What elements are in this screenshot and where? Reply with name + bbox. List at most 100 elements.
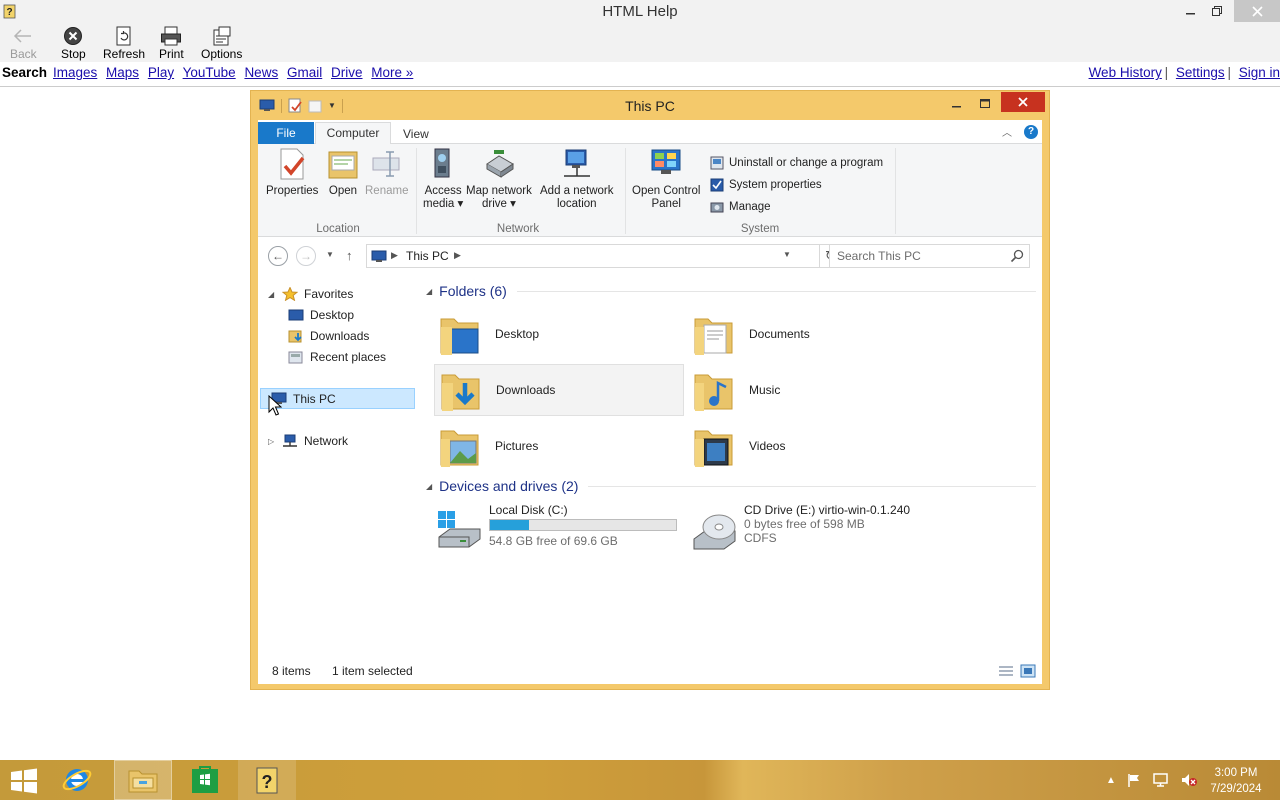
expanded-arrow-icon[interactable]: ◢ bbox=[426, 482, 432, 491]
link-play[interactable]: Play bbox=[148, 65, 174, 80]
folder-desktop[interactable]: Desktop bbox=[434, 308, 684, 360]
taskbar-store[interactable] bbox=[176, 760, 234, 800]
properties-button[interactable]: Properties bbox=[266, 146, 318, 198]
help-toolbar: Back Stop Refresh Print Options bbox=[0, 22, 1280, 62]
nav-this-pc[interactable]: This PC bbox=[260, 388, 415, 409]
link-more[interactable]: More » bbox=[371, 65, 413, 80]
local-disk-icon bbox=[438, 511, 481, 548]
collapse-ribbon-icon[interactable]: ︿ bbox=[1002, 124, 1012, 139]
manage-button[interactable]: Manage bbox=[710, 200, 771, 214]
add-network-location-label-2: location bbox=[556, 198, 597, 210]
address-dropdown-icon[interactable]: ▼ bbox=[783, 250, 791, 259]
folders-section-header[interactable]: ◢ Folders (6) bbox=[426, 283, 1036, 299]
toolbar-options-button[interactable]: Options bbox=[201, 25, 242, 61]
folder-downloads[interactable]: Downloads bbox=[434, 364, 684, 416]
up-arrow-icon[interactable]: ↑ bbox=[346, 248, 353, 263]
system-properties-button[interactable]: System properties bbox=[710, 178, 822, 192]
toolbar-stop-button[interactable]: Stop bbox=[61, 25, 86, 61]
drive-cd[interactable]: CD Drive (E:) virtio-win-0.1.240 0 bytes… bbox=[691, 503, 910, 561]
help-window-title: HTML Help bbox=[602, 3, 678, 20]
volume-muted-icon[interactable] bbox=[1180, 772, 1198, 788]
search-icon[interactable] bbox=[1010, 249, 1024, 263]
tab-computer[interactable]: Computer bbox=[315, 122, 391, 145]
open-control-panel-button[interactable]: Open Control Panel bbox=[632, 146, 700, 211]
open-button[interactable]: Open bbox=[326, 146, 360, 198]
devices-section-header[interactable]: ◢ Devices and drives (2) bbox=[426, 478, 1036, 494]
taskbar-internet-explorer[interactable] bbox=[48, 760, 106, 800]
details-view-icon[interactable] bbox=[998, 665, 1014, 677]
add-network-location-button[interactable]: Add a network location bbox=[540, 146, 614, 211]
expanded-arrow-icon[interactable]: ◢ bbox=[268, 290, 276, 299]
link-drive[interactable]: Drive bbox=[331, 65, 363, 80]
link-maps[interactable]: Maps bbox=[106, 65, 139, 80]
toolbar-back-button[interactable]: Back bbox=[10, 25, 37, 61]
access-media-button[interactable]: Access media ▾ bbox=[423, 146, 463, 211]
right-link-group: Web History | Settings | Sign in bbox=[1089, 63, 1280, 83]
taskbar-html-help[interactable]: ? bbox=[238, 760, 296, 800]
breadcrumb-chevron-icon[interactable]: ▶ bbox=[391, 250, 398, 261]
toolbar-print-label: Print bbox=[159, 47, 184, 61]
network-tray-icon[interactable] bbox=[1152, 772, 1170, 788]
explorer-close-button[interactable] bbox=[1001, 92, 1045, 112]
action-center-flag-icon[interactable] bbox=[1126, 772, 1142, 788]
link-settings[interactable]: Settings bbox=[1176, 65, 1225, 80]
status-selection: 1 item selected bbox=[332, 664, 413, 678]
toolbar-refresh-button[interactable]: Refresh bbox=[103, 25, 145, 61]
nav-favorites-label: Favorites bbox=[304, 287, 354, 301]
rename-button[interactable]: Rename bbox=[365, 146, 408, 198]
nav-recent-places[interactable]: Recent places bbox=[288, 347, 386, 367]
windows-start-icon[interactable] bbox=[10, 768, 38, 794]
folder-music[interactable]: Music bbox=[688, 364, 938, 416]
nav-network[interactable]: ▷ Network bbox=[268, 431, 348, 451]
tab-file[interactable]: File bbox=[258, 122, 314, 144]
back-button[interactable]: ← bbox=[268, 246, 288, 266]
forward-button[interactable]: → bbox=[296, 246, 316, 266]
explorer-minimize-button[interactable] bbox=[943, 93, 971, 115]
link-images[interactable]: Images bbox=[53, 65, 97, 80]
nav-favorites[interactable]: ◢ Favorites bbox=[268, 284, 353, 304]
collapsed-arrow-icon[interactable]: ▷ bbox=[268, 437, 276, 446]
link-web-history[interactable]: Web History bbox=[1089, 65, 1162, 80]
recent-locations-icon[interactable]: ▼ bbox=[326, 250, 334, 259]
link-youtube[interactable]: YouTube bbox=[183, 65, 236, 80]
explorer-client-area: File Computer View ︿ ? Properties Open R… bbox=[258, 120, 1042, 684]
tab-view[interactable]: View bbox=[403, 124, 429, 144]
add-network-location-icon bbox=[563, 149, 590, 177]
breadcrumb-this-pc[interactable]: This PC bbox=[406, 249, 449, 263]
explorer-maximize-button[interactable] bbox=[971, 93, 999, 115]
map-network-drive-button[interactable]: Map network drive ▾ bbox=[466, 146, 532, 211]
link-bar-divider bbox=[0, 86, 1280, 87]
link-news[interactable]: News bbox=[244, 65, 278, 80]
ribbon-separator bbox=[416, 148, 417, 234]
help-icon[interactable]: ? bbox=[1024, 125, 1038, 139]
breadcrumb-chevron-icon[interactable]: ▶ bbox=[454, 250, 461, 261]
toolbar-print-button[interactable]: Print bbox=[159, 25, 184, 61]
folder-desktop-label: Desktop bbox=[495, 327, 540, 341]
properties-label: Properties bbox=[266, 185, 319, 197]
uninstall-program-button[interactable]: Uninstall or change a program bbox=[710, 156, 883, 170]
expanded-arrow-icon[interactable]: ◢ bbox=[426, 287, 432, 296]
nav-desktop[interactable]: Desktop bbox=[288, 305, 354, 325]
help-close-button[interactable] bbox=[1234, 0, 1280, 22]
search-box[interactable] bbox=[829, 244, 1030, 268]
large-icons-view-icon[interactable] bbox=[1020, 664, 1036, 678]
drive-local-disk[interactable]: Local Disk (C:) 54.8 GB free of 69.6 GB bbox=[436, 503, 677, 561]
folder-documents[interactable]: Documents bbox=[688, 308, 938, 360]
link-gmail[interactable]: Gmail bbox=[287, 65, 322, 80]
google-link-bar: Search Images Maps Play YouTube News Gma… bbox=[0, 62, 1280, 86]
folder-videos[interactable]: Videos bbox=[688, 420, 938, 472]
taskbar-clock[interactable]: 3:00 PM 7/29/2024 bbox=[1200, 765, 1272, 797]
search-input[interactable] bbox=[830, 245, 1006, 267]
folder-downloads-label: Downloads bbox=[496, 383, 556, 397]
link-sign-in[interactable]: Sign in bbox=[1239, 65, 1280, 80]
show-hidden-icons-icon[interactable]: ▲ bbox=[1106, 775, 1116, 786]
maximize-icon bbox=[979, 99, 990, 108]
taskbar-file-explorer[interactable] bbox=[114, 760, 172, 800]
nav-downloads[interactable]: Downloads bbox=[288, 326, 369, 346]
folder-pictures[interactable]: Pictures bbox=[434, 420, 684, 472]
open-folder-icon bbox=[328, 151, 358, 179]
help-title-bar[interactable]: ? HTML Help bbox=[0, 0, 1280, 22]
search-label[interactable]: Search bbox=[2, 63, 47, 83]
address-bar[interactable]: ▶ This PC ▶ ▼ bbox=[366, 244, 820, 268]
close-icon bbox=[1018, 97, 1028, 107]
